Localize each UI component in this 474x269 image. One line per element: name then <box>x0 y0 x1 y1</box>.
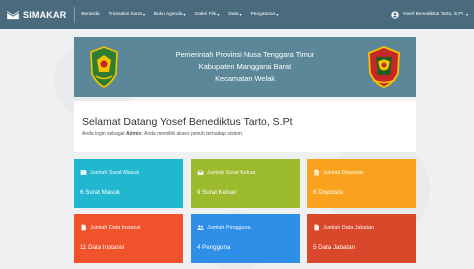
document-icon <box>81 224 86 231</box>
nav-divider <box>74 6 76 23</box>
app-title: SIMAKAR <box>23 9 67 20</box>
card-header: Jumlah Data Instansi <box>80 224 177 231</box>
nav-item-pengaturan[interactable]: Pengaturan ▾ <box>251 12 279 17</box>
card-value: 11 Data Instansi <box>80 244 125 251</box>
card-data-jabatan[interactable]: Jumlah Data Jabatan 5 Data Jabatan <box>307 214 416 263</box>
card-surat-keluar[interactable]: Jumlah Surat Keluar 9 Surat Keluar <box>191 159 300 208</box>
caret-down-icon: ▾ <box>217 12 220 17</box>
card-header: Jumlah Pengguna <box>197 224 294 231</box>
user-name: Yosef Benediktus Tarto, S.Pt <box>402 12 463 17</box>
caret-down-icon: ▾ <box>183 12 186 17</box>
document-icon <box>314 224 319 231</box>
province-crest-logo <box>368 46 400 88</box>
card-title: Jumlah Surat Masuk <box>90 169 140 176</box>
nav-label: Transaksi Surat <box>108 12 142 17</box>
account-circle-icon <box>391 10 400 19</box>
card-header: Jumlah Data Jabatan <box>313 224 410 231</box>
nav-item-transaksi-surat[interactable]: Transaksi Surat ▾ <box>109 12 145 17</box>
banner-regency: Kabupaten Manggarai Barat <box>198 62 292 71</box>
nav-label: Pengaturan <box>250 12 276 17</box>
card-title: Jumlah Data Jabatan <box>323 224 374 231</box>
nav-item-beranda[interactable]: Beranda <box>81 12 99 17</box>
description-icon <box>314 169 319 176</box>
card-value: 5 Data Jabatan <box>313 244 355 251</box>
card-surat-masuk[interactable]: Jumlah Surat Masuk 6 Surat Masuk <box>74 159 183 208</box>
nav-label: Beranda <box>81 12 100 17</box>
nav-menu: Beranda Transaksi Surat ▾ Buku Agenda ▾ Ga… <box>81 12 278 17</box>
card-value: 6 Disposisi <box>313 189 343 196</box>
brand[interactable]: SIMAKAR <box>6 8 66 22</box>
card-disposisi[interactable]: Jumlah Disposisi 6 Disposisi <box>307 159 416 208</box>
nav-label: Data <box>228 12 239 17</box>
banner-text: Pemerintah Provinsi Nusa Tenggara Timur … <box>176 49 315 85</box>
email-icon <box>7 10 19 19</box>
nav-item-buku-agenda[interactable]: Buku Agenda ▾ <box>154 12 186 17</box>
mail-icon <box>80 170 87 175</box>
welcome-sub-prefix: Anda login sebagai <box>82 131 125 137</box>
banner-province: Pemerintah Provinsi Nusa Tenggara Timur <box>175 50 315 59</box>
regency-crest-logo <box>90 46 118 88</box>
user-role: Admin <box>125 131 142 137</box>
header-banner: Pemerintah Provinsi Nusa Tenggara Timur … <box>74 37 416 97</box>
card-title: Jumlah Disposisi <box>323 169 364 176</box>
drafts-icon <box>197 169 204 175</box>
caret-down-icon: ▾ <box>142 12 145 17</box>
nav-label: Buku Agenda <box>153 12 183 17</box>
card-title: Jumlah Pengguna <box>207 224 251 231</box>
top-navbar: SIMAKAR Beranda Transaksi Surat ▾ Buku Ag… <box>0 0 474 29</box>
caret-down-icon: ▾ <box>276 12 279 17</box>
banner-district: Kecamatan Welak <box>215 74 275 83</box>
caret-down-icon: ▾ <box>465 12 468 17</box>
user-menu[interactable]: Yosef Benediktus Tarto, S.Pt ▾ <box>391 10 468 19</box>
card-header: Jumlah Disposisi <box>313 169 410 176</box>
caret-down-icon: ▾ <box>239 12 242 17</box>
welcome-sub-suffix: . Anda memiliki akses penuh terhadap sis… <box>141 131 244 137</box>
card-title: Jumlah Surat Keluar <box>207 169 256 176</box>
card-pengguna[interactable]: Jumlah Pengguna 4 Pengguna <box>191 214 300 263</box>
card-value: 9 Surat Keluar <box>197 189 237 196</box>
welcome-title: Selamat Datang Yosef Benediktus Tarto, S… <box>82 116 293 128</box>
people-icon <box>197 225 204 230</box>
card-title: Jumlah Data Instansi <box>90 224 141 231</box>
card-header: Jumlah Surat Keluar <box>197 169 294 176</box>
welcome-subtitle: Anda login sebagai Admin. Anda memiliki … <box>82 131 408 137</box>
card-header: Jumlah Surat Masuk <box>80 169 177 176</box>
welcome-panel: Selamat Datang Yosef Benediktus Tarto, S… <box>74 101 416 152</box>
card-value: 6 Surat Masuk <box>80 189 120 196</box>
nav-item-galeri-file[interactable]: Galeri File ▾ <box>195 12 220 17</box>
card-data-instansi[interactable]: Jumlah Data Instansi 11 Data Instansi <box>74 214 183 263</box>
nav-label: Galeri File <box>194 12 217 17</box>
nav-item-data[interactable]: Data ▾ <box>228 12 241 17</box>
card-value: 4 Pengguna <box>197 244 231 251</box>
